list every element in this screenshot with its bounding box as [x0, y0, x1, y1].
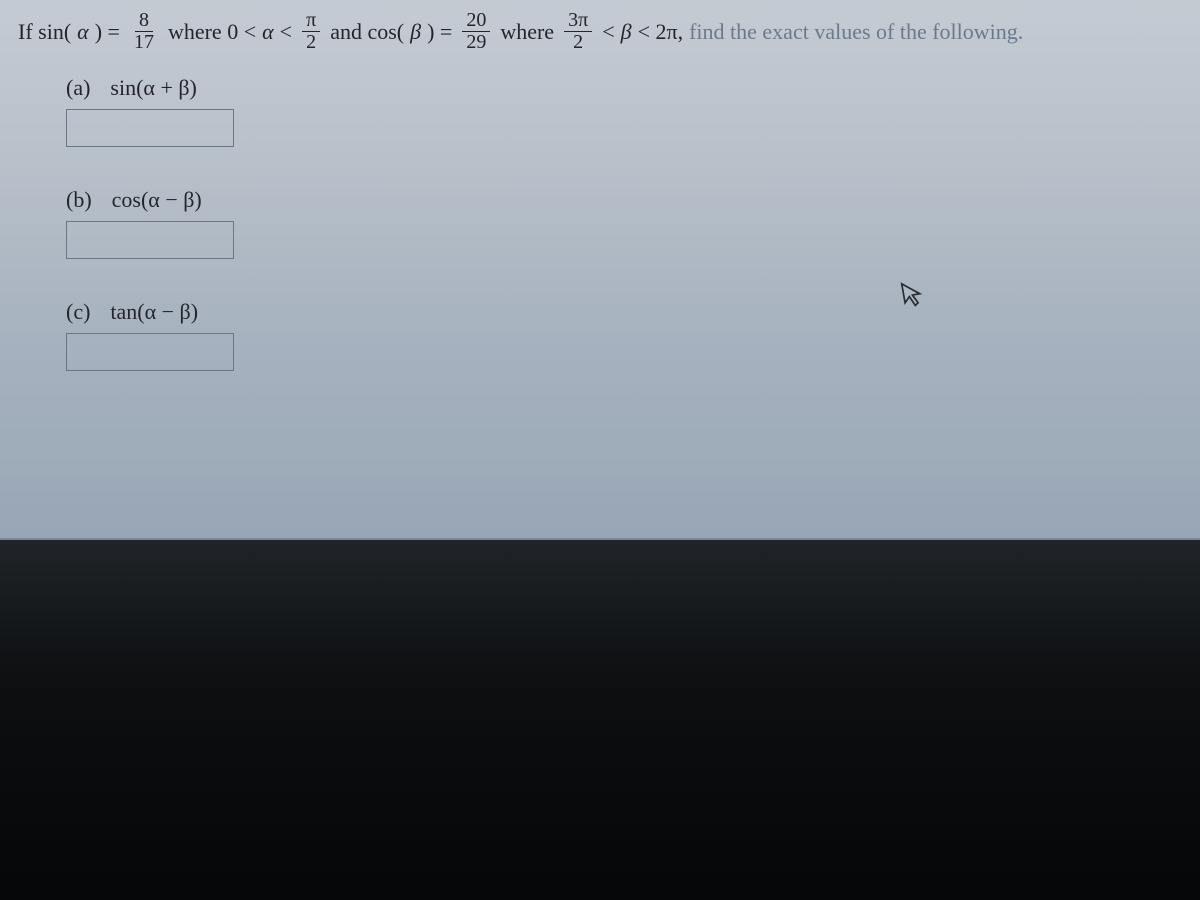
frac-num: π [302, 10, 320, 32]
part-a-label-row: (a) sin(α + β) [66, 75, 1182, 101]
question-page: If sin(α) = 8 17 where 0 < α < π 2 and c… [0, 0, 1200, 540]
text-lt3: < 2π, [638, 19, 684, 45]
desk-shadow-area [0, 540, 1200, 900]
text-if-sin: If sin( [18, 19, 71, 45]
text-eq2: ) = [427, 19, 452, 45]
part-b-label-row: (b) cos(α − β) [66, 187, 1182, 213]
answer-input-c[interactable] [66, 333, 234, 371]
part-a-letter: (a) [66, 75, 90, 101]
text-where2: where [500, 19, 554, 45]
fraction-20-29: 20 29 [462, 10, 490, 53]
text-eq1: ) = [95, 19, 120, 45]
frac-den: 29 [462, 32, 490, 53]
text-where1: where 0 < [168, 19, 256, 45]
cursor-pointer-icon [897, 278, 929, 319]
answer-input-b[interactable] [66, 221, 234, 259]
frac-num: 8 [135, 10, 153, 32]
part-a: (a) sin(α + β) [66, 75, 1182, 147]
answer-input-a[interactable] [66, 109, 234, 147]
question-prompt: If sin(α) = 8 17 where 0 < α < π 2 and c… [18, 10, 1182, 53]
frac-den: 2 [302, 32, 320, 53]
fraction-8-17: 8 17 [130, 10, 158, 53]
part-b-letter: (b) [66, 187, 92, 213]
frac-num: 20 [462, 10, 490, 32]
text-and-cos: and cos( [330, 19, 404, 45]
frac-den: 17 [130, 32, 158, 53]
fraction-3pi-2: 3π 2 [564, 10, 592, 53]
part-b-expression: cos(α − β) [112, 187, 202, 213]
var-alpha: α [77, 19, 89, 45]
fraction-pi-2: π 2 [302, 10, 320, 53]
var-alpha-2: α [262, 19, 274, 45]
part-c: (c) tan(α − β) [66, 299, 1182, 371]
part-c-letter: (c) [66, 299, 90, 325]
var-beta-2: β [621, 19, 632, 45]
var-beta: β [410, 19, 421, 45]
part-c-expression: tan(α − β) [110, 299, 198, 325]
frac-den: 2 [569, 32, 587, 53]
text-lt2: < [602, 19, 614, 45]
frac-num: 3π [564, 10, 592, 32]
text-tail: find the exact values of the following. [689, 19, 1023, 45]
part-a-expression: sin(α + β) [110, 75, 196, 101]
part-c-label-row: (c) tan(α − β) [66, 299, 1182, 325]
text-lt1: < [280, 19, 292, 45]
part-b: (b) cos(α − β) [66, 187, 1182, 259]
